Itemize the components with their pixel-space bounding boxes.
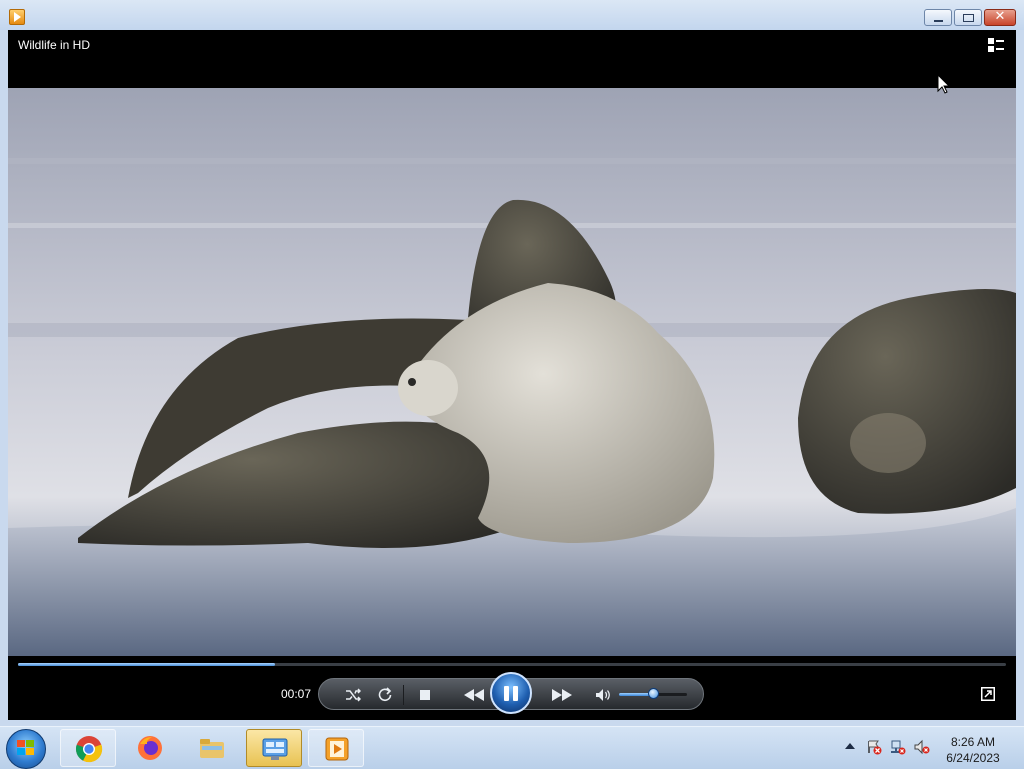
taskbar-item-chrome[interactable] (60, 729, 116, 767)
title-bar: ✕ (0, 0, 1024, 31)
network-disconnected-icon[interactable] (890, 739, 906, 755)
folder-icon (200, 739, 224, 758)
start-button[interactable] (6, 729, 46, 769)
video-frame[interactable] (8, 88, 1016, 656)
taskbar-item-control-panel[interactable] (246, 729, 302, 767)
close-button[interactable]: ✕ (984, 9, 1016, 26)
clock-time: 8:26 AM (950, 735, 996, 749)
firefox-icon (138, 736, 162, 760)
pause-icon (504, 686, 509, 701)
taskbar-item-file-explorer[interactable] (184, 729, 240, 767)
now-playing-view: Wildlife in HD 00:07 (8, 30, 1016, 720)
window-frame-right (1016, 30, 1024, 720)
seek-bar-progress (18, 663, 275, 666)
seek-bar[interactable] (18, 663, 1006, 666)
repeat-icon[interactable] (375, 685, 395, 705)
window-frame-left (0, 30, 8, 720)
close-icon: ✕ (994, 9, 1006, 24)
minimize-button[interactable] (924, 9, 952, 26)
volume-muted-icon[interactable] (914, 739, 930, 755)
action-center-alert-icon[interactable] (866, 739, 882, 755)
video-title: Wildlife in HD (18, 38, 91, 52)
system-clock[interactable]: 8:26 AM 6/24/2023 (940, 734, 1006, 766)
restore-icon (963, 14, 974, 22)
mouse-cursor (937, 74, 951, 94)
minimize-icon (934, 20, 943, 22)
pause-icon-bar (513, 686, 518, 701)
current-time: 00:07 (281, 687, 312, 701)
clock-date: 6/24/2023 (946, 751, 1000, 765)
windows-logo-icon (17, 740, 35, 756)
shuffle-icon[interactable] (343, 685, 363, 705)
fast-forward-icon[interactable] (547, 685, 577, 705)
play-pause-button[interactable] (490, 672, 532, 714)
window-controls: ✕ (924, 9, 1016, 26)
show-hidden-icons-button[interactable] (845, 743, 855, 749)
media-player-taskbar-icon (325, 737, 349, 761)
volume-slider-thumb[interactable] (648, 688, 659, 699)
speaker-icon[interactable] (593, 685, 613, 705)
media-player-icon[interactable] (9, 9, 25, 25)
taskbar-item-windows-media-player[interactable] (308, 729, 364, 767)
taskbar: 8:26 AM 6/24/2023 (0, 726, 1024, 769)
taskbar-item-firefox[interactable] (122, 729, 178, 767)
chrome-icon (75, 736, 103, 763)
maximize-button[interactable] (954, 9, 982, 26)
control-panel-icon (262, 738, 288, 760)
switch-to-library-icon[interactable] (988, 38, 1004, 52)
stop-icon[interactable] (415, 685, 435, 705)
fullscreen-icon[interactable] (981, 687, 995, 701)
separator (403, 685, 404, 705)
rewind-icon[interactable] (459, 685, 489, 705)
